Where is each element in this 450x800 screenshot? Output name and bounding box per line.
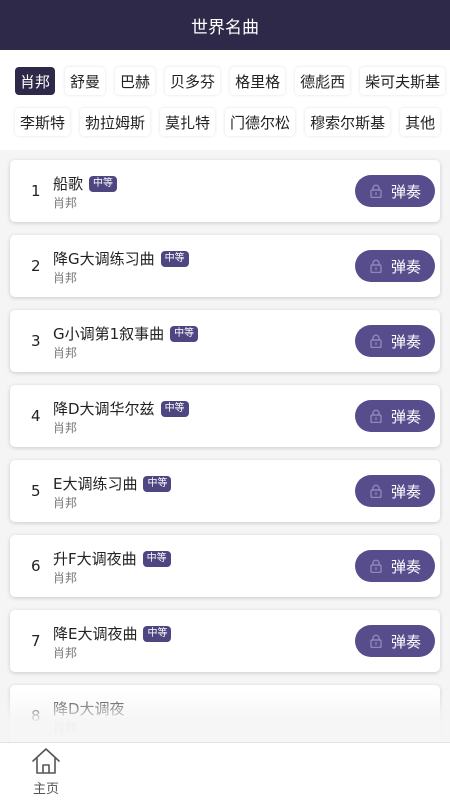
lock-icon: [370, 634, 382, 648]
difficulty-badge: 中等: [160, 400, 189, 417]
song-index: 5: [31, 482, 41, 500]
lock-icon: [370, 559, 382, 573]
song-composer: 肖邦: [53, 346, 78, 360]
composer-chip-grieg[interactable]: 格里格: [230, 67, 286, 95]
song-composer: 肖邦: [53, 721, 78, 735]
song-index: 2: [31, 257, 41, 275]
song-card: 4 降D大调华尔兹 中等 肖邦 弹奏: [10, 385, 440, 447]
tab-home-label: 主页: [32, 782, 59, 797]
song-title: G小调第1叙事曲: [53, 325, 165, 343]
song-title-row: G小调第1叙事曲 中等: [53, 323, 199, 344]
composer-chip-mussorgsky[interactable]: 穆索尔斯基: [305, 108, 391, 136]
play-button[interactable]: 弹奏: [355, 550, 435, 582]
play-label: 弹奏: [390, 332, 421, 351]
song-title: 降E大调夜曲: [53, 625, 138, 643]
bottom-tab-bar: 主页: [0, 742, 450, 800]
song-title: 降G大调练习曲: [53, 250, 155, 268]
composer-chip-chopin[interactable]: 肖邦: [15, 67, 56, 95]
composer-row-2: 李斯特 勃拉姆斯 莫扎特 门德尔松 穆索尔斯基 其他: [10, 108, 441, 138]
app-header: 世界名曲: [0, 0, 450, 50]
difficulty-badge: 中等: [89, 175, 118, 192]
composer-chip-liszt[interactable]: 李斯特: [15, 108, 71, 136]
composer-chip-mozart[interactable]: 莫扎特: [160, 108, 216, 136]
composer-chip-brahms[interactable]: 勃拉姆斯: [80, 108, 151, 136]
song-title-row: E大调练习曲 中等: [53, 473, 172, 494]
play-button[interactable]: 弹奏: [355, 175, 435, 207]
song-composer: 肖邦: [53, 496, 78, 510]
song-title: E大调练习曲: [53, 475, 138, 493]
difficulty-badge: 中等: [142, 550, 171, 567]
composer-chip-debussy[interactable]: 德彪西: [295, 67, 351, 95]
song-composer: 肖邦: [53, 421, 78, 435]
song-title-row: 降D大调夜: [53, 698, 125, 719]
lock-icon: [370, 484, 382, 498]
song-card: 3 G小调第1叙事曲 中等 肖邦 弹奏: [10, 310, 440, 372]
composer-chip-bach[interactable]: 巴赫: [115, 67, 156, 95]
composer-chip-other[interactable]: 其他: [400, 108, 441, 136]
tab-home[interactable]: 主页: [23, 747, 69, 799]
lock-icon: [370, 184, 382, 198]
play-label: 弹奏: [390, 182, 421, 201]
song-title-row: 升F大调夜曲 中等: [53, 548, 171, 569]
composer-chip-mendelssohn[interactable]: 门德尔松: [225, 108, 296, 136]
lock-icon: [370, 259, 382, 273]
play-label: 弹奏: [390, 557, 421, 576]
song-index: 4: [31, 407, 41, 425]
difficulty-badge: 中等: [143, 475, 172, 492]
difficulty-badge: 中等: [160, 250, 189, 267]
song-title-row: 降D大调华尔兹 中等: [53, 398, 189, 419]
song-title: 降D大调华尔兹: [53, 400, 155, 418]
page-title: 世界名曲: [191, 17, 259, 38]
composer-chip-schumann[interactable]: 舒曼: [65, 67, 106, 95]
song-title: 升F大调夜曲: [53, 550, 137, 568]
play-label: 弹奏: [390, 482, 421, 501]
composer-row-1: 肖邦 舒曼 巴赫 贝多芬 格里格 德彪西 柴可夫斯基: [10, 67, 446, 97]
song-card: 1 船歌 中等 肖邦 弹奏: [10, 160, 440, 222]
difficulty-badge: 中等: [170, 325, 199, 342]
composer-chip-beethoven[interactable]: 贝多芬: [165, 67, 221, 95]
song-index: 3: [31, 332, 41, 350]
lock-icon: [370, 334, 382, 348]
song-card: 7 降E大调夜曲 中等 肖邦 弹奏: [10, 610, 440, 672]
song-index: 7: [31, 632, 41, 650]
play-button[interactable]: 弹奏: [355, 400, 435, 432]
song-card: 6 升F大调夜曲 中等 肖邦 弹奏: [10, 535, 440, 597]
song-index: 6: [31, 557, 41, 575]
play-button[interactable]: 弹奏: [355, 475, 435, 507]
home-icon: [32, 748, 60, 774]
song-card: 5 E大调练习曲 中等 肖邦 弹奏: [10, 460, 440, 522]
song-composer: 肖邦: [53, 271, 78, 285]
song-composer: 肖邦: [53, 196, 78, 210]
song-title-row: 船歌 中等: [53, 173, 118, 194]
song-index: 1: [31, 182, 41, 200]
song-title: 船歌: [53, 175, 84, 193]
composer-filter: 肖邦 舒曼 巴赫 贝多芬 格里格 德彪西 柴可夫斯基 李斯特 勃拉姆斯 莫扎特 …: [0, 50, 450, 150]
song-title-row: 降E大调夜曲 中等: [53, 623, 172, 644]
difficulty-badge: 中等: [143, 625, 172, 642]
song-card: 2 降G大调练习曲 中等 肖邦 弹奏: [10, 235, 440, 297]
song-index: 8: [31, 707, 41, 725]
play-button[interactable]: 弹奏: [355, 325, 435, 357]
song-composer: 肖邦: [53, 646, 78, 660]
play-button[interactable]: 弹奏: [355, 625, 435, 657]
play-button[interactable]: 弹奏: [355, 250, 435, 282]
lock-icon: [370, 409, 382, 423]
song-list: 1 船歌 中等 肖邦 弹奏 2 降G大调练习曲 中等 肖邦 弹奏 3 G小调第1…: [0, 150, 450, 742]
song-title-row: 降G大调练习曲 中等: [53, 248, 189, 269]
play-label: 弹奏: [390, 257, 421, 276]
song-card: 8 降D大调夜 肖邦: [10, 685, 440, 742]
song-composer: 肖邦: [53, 571, 78, 585]
song-title: 降D大调夜: [53, 700, 125, 718]
composer-chip-tchaikovsky[interactable]: 柴可夫斯基: [360, 67, 446, 95]
play-label: 弹奏: [390, 407, 421, 426]
play-label: 弹奏: [390, 632, 421, 651]
